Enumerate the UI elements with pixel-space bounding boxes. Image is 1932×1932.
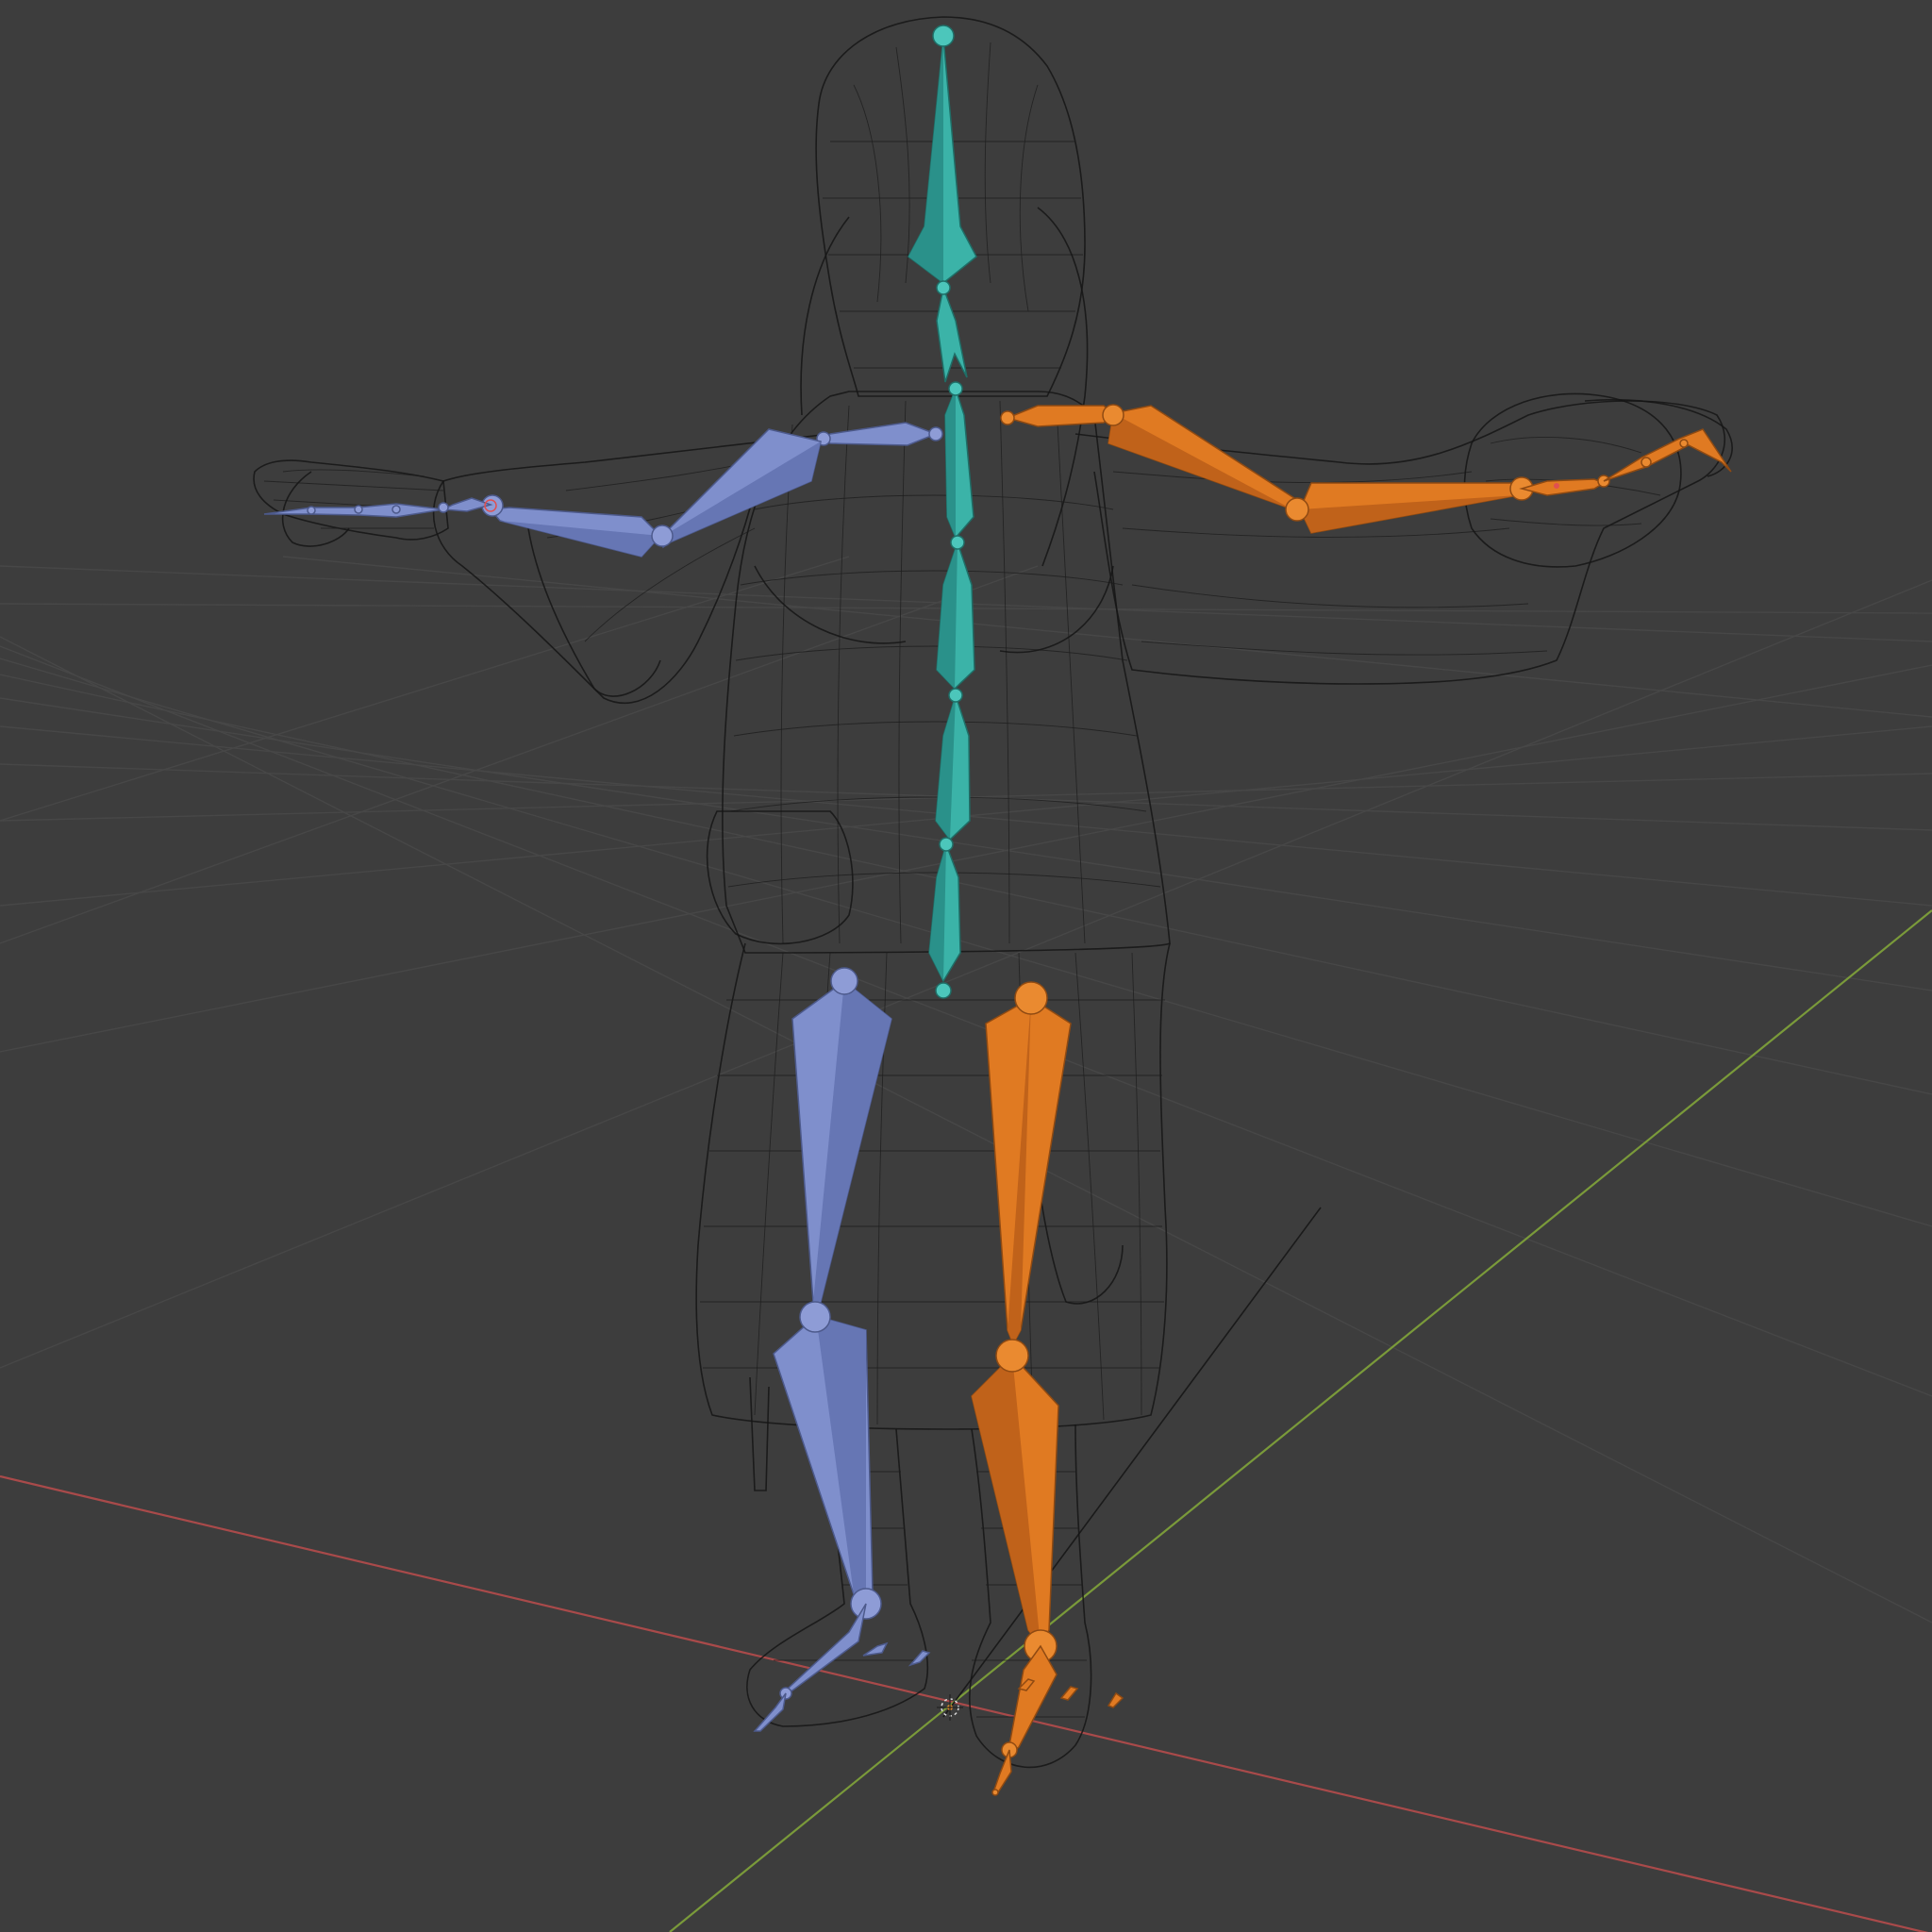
- center-bone-chain[interactable]: [908, 25, 977, 999]
- viewport-canvas[interactable]: [0, 0, 1932, 1932]
- joint-elbow-l[interactable]: [651, 525, 674, 547]
- joint-hips[interactable]: [935, 982, 952, 999]
- bone-foot-r[interactable]: [1008, 1644, 1058, 1755]
- joint-chest[interactable]: [948, 381, 963, 396]
- joint-knee-r[interactable]: [995, 1339, 1029, 1373]
- joint-head-tip[interactable]: [932, 25, 955, 47]
- joint-elbow-r[interactable]: [1285, 497, 1309, 522]
- bone-fingers-l[interactable]: [263, 503, 444, 518]
- joint-hip-r[interactable]: [1014, 981, 1048, 1015]
- bone-shoulder-l[interactable]: [822, 422, 939, 446]
- 3d-viewport[interactable]: [0, 0, 1932, 1932]
- floor-grid: [0, 556, 1932, 1624]
- joint-spine-upper[interactable]: [950, 535, 965, 550]
- joint-neck[interactable]: [936, 280, 951, 295]
- x-axis-line: [0, 1474, 1929, 1932]
- bone-hand-r[interactable]: [1519, 478, 1606, 496]
- character-wireframe-mesh[interactable]: [253, 16, 1733, 1769]
- joint-spine-mid[interactable]: [948, 688, 963, 703]
- left-bone-chain[interactable]: [263, 422, 943, 1732]
- bone-upper-arm-r[interactable]: [1108, 405, 1302, 510]
- joint-spine-lower[interactable]: [939, 837, 954, 852]
- bone-fingers-r[interactable]: [1603, 428, 1732, 482]
- joint-knee-l[interactable]: [799, 1301, 831, 1333]
- joint-shoulder-r[interactable]: [1102, 404, 1124, 426]
- world-axes: [0, 909, 1932, 1932]
- joint-hip-l[interactable]: [830, 967, 858, 995]
- armature[interactable]: [263, 25, 1732, 1796]
- bone-shoulder-r[interactable]: [1005, 405, 1115, 427]
